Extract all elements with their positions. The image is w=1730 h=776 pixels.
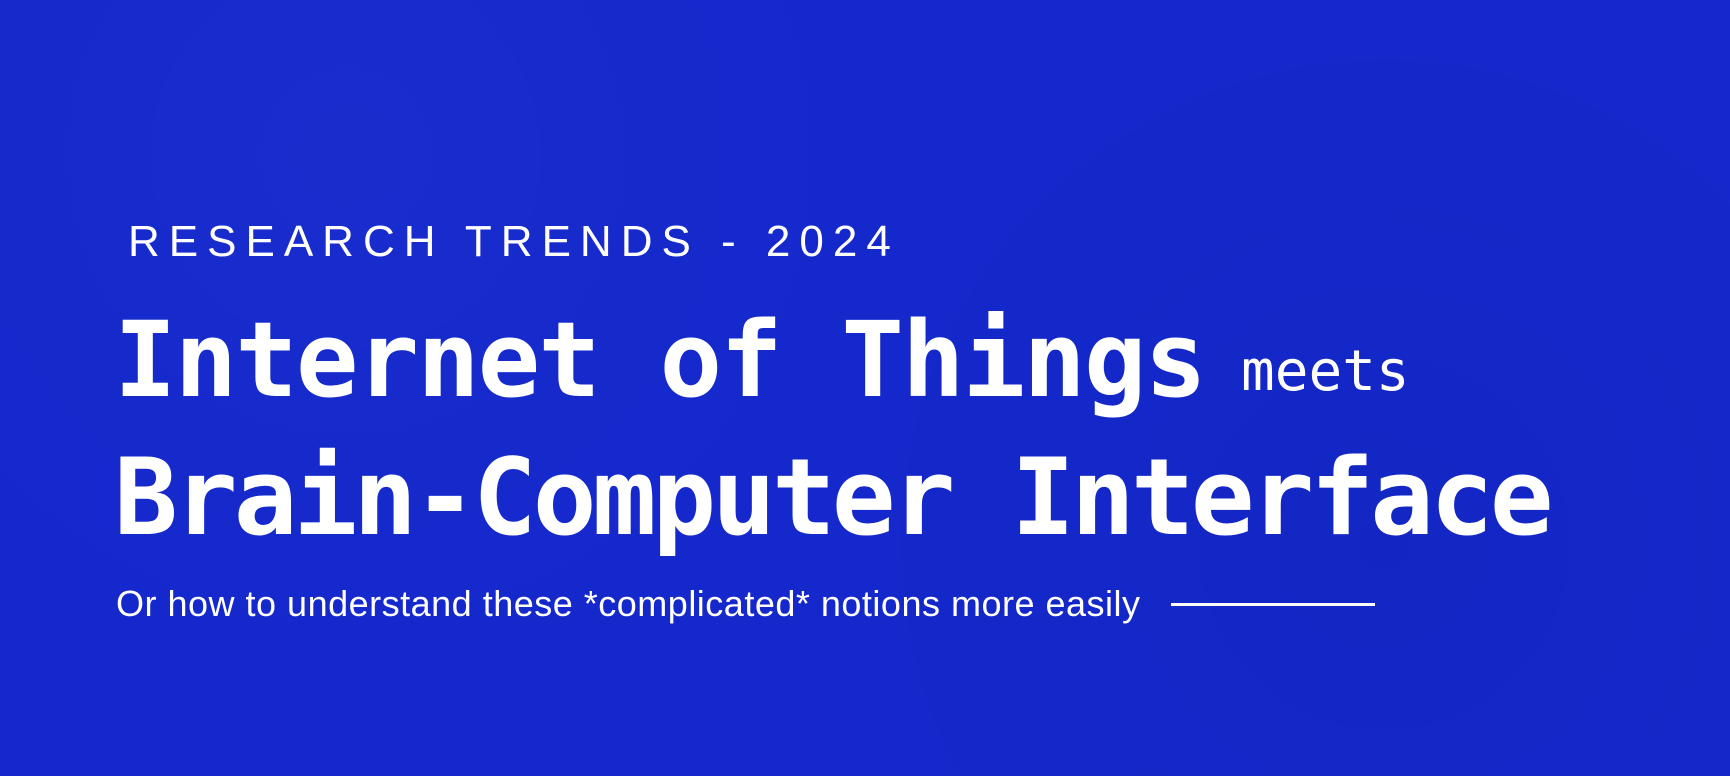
- subtitle-text: Or how to understand these *complicated*…: [116, 583, 1141, 624]
- headline-connector: meets: [1241, 339, 1410, 404]
- headline-line-2: Brain-Computer Interface: [114, 436, 1554, 559]
- eyebrow-label: RESEARCH TRENDS - 2024: [128, 217, 900, 266]
- headline-line-1: Internet of Things meets: [114, 304, 1550, 428]
- page-title: Internet of Things meets Brain-Computer I…: [114, 304, 1554, 559]
- headline-primary-text: Internet of Things: [114, 299, 1207, 421]
- hero-banner: RESEARCH TRENDS - 2024 Internet of Thing…: [0, 0, 1730, 776]
- subtitle-row: Or how to understand these *complicated*…: [116, 576, 1586, 632]
- divider-line: [1170, 602, 1375, 606]
